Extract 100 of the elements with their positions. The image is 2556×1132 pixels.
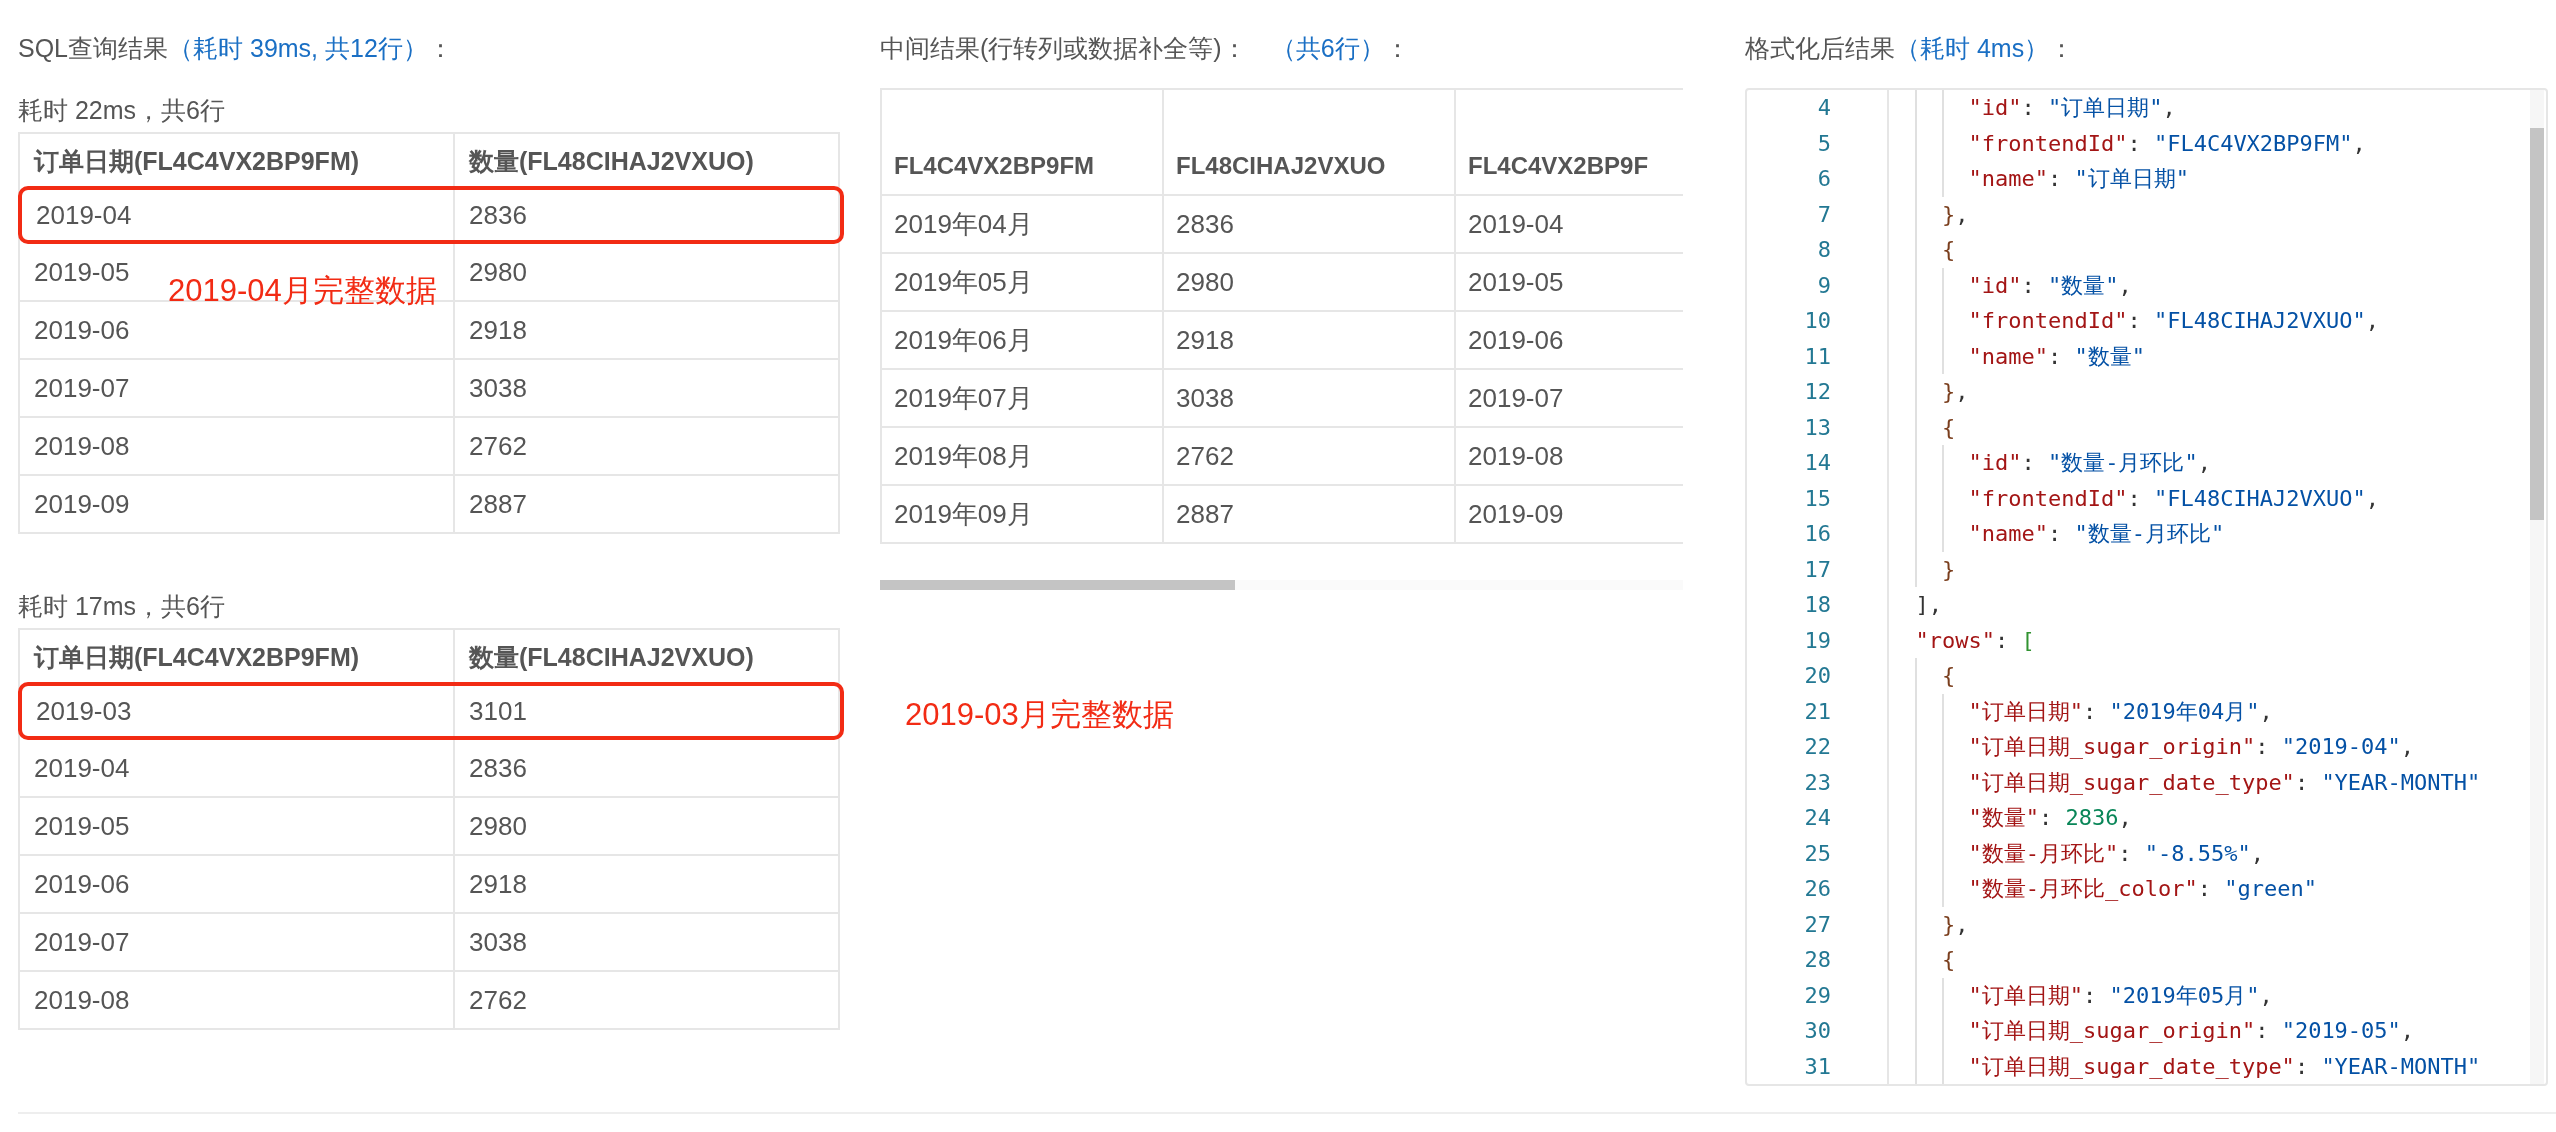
table-caption: 耗时 22ms，共6行	[18, 94, 226, 126]
table-cell: 2019-07	[34, 372, 130, 404]
column-header: 数量(FL48CIHAJ2VXUO)	[453, 134, 838, 188]
colon: ：	[427, 33, 453, 64]
table-cell: 2918	[1162, 312, 1454, 368]
table-cell: 2836	[1162, 196, 1454, 252]
annotation-text: 2019-03月完整数据	[905, 696, 1174, 734]
table-cell: 2762	[469, 984, 527, 1016]
code-line: {	[1941, 946, 1956, 974]
code-line: "frontendId": "FL48CIHAJ2VXUO",	[1968, 307, 2380, 335]
line-number: 4	[1816, 94, 1831, 122]
code-line: "id": "订单日期",	[1968, 94, 2176, 122]
table-cell: 2980	[469, 810, 527, 842]
vertical-scrollbar[interactable]	[2530, 90, 2544, 1084]
table-cell: 2918	[469, 314, 527, 346]
line-number: 23	[1803, 768, 1831, 797]
line-number: 8	[1816, 236, 1831, 264]
horizontal-scrollbar[interactable]	[880, 580, 1683, 590]
column-header: 订单日期(FL4C4VX2BP9FM)	[32, 641, 361, 673]
table-cell: 2019-05	[1454, 254, 1683, 310]
table-cell: 2019-04	[36, 199, 132, 231]
table-cell-text: 2019年06月	[893, 323, 1034, 357]
table-cell: 2019-09	[1454, 486, 1683, 542]
line-number: 20	[1803, 662, 1831, 690]
line-number: 13	[1803, 413, 1831, 442]
line-number: 27	[1803, 910, 1831, 939]
table-cell: 2019-06	[1454, 312, 1683, 368]
code-line: },	[1941, 910, 1969, 939]
table-cell: 2887	[469, 488, 527, 520]
table-cell: 2019-03	[36, 695, 132, 727]
code-line: }	[1941, 555, 1956, 584]
table-cell: 2019-04	[1454, 196, 1683, 252]
table-cell: 3101	[469, 695, 527, 727]
code-line: "订单日期_sugar_origin": "2019-04",	[1968, 733, 2415, 761]
section-title: 格式化后结果	[1745, 33, 1895, 64]
table-cell: 2019-09	[34, 488, 130, 520]
line-number: 19	[1803, 626, 1831, 655]
table-cell: 2019-08	[34, 984, 130, 1016]
query-stats: （耗时 39ms, 共12行）	[168, 33, 428, 64]
code-line: "订单日期_sugar_origin": "2019-05",	[1968, 1017, 2415, 1045]
table-cell: 2762	[1162, 428, 1454, 484]
code-line: "订单日期_sugar_date_type": "YEAR-MONTH"	[1968, 768, 2481, 797]
annotation-text: 2019-04月完整数据	[168, 272, 437, 310]
table-cell: 2980	[1162, 254, 1454, 310]
line-number: 5	[1816, 129, 1831, 158]
column-header: FL4C4VX2BP9F	[1454, 90, 1683, 194]
table-cell: 2836	[469, 199, 527, 231]
table-cell: 2980	[469, 256, 527, 288]
code-line: "name": "订单日期"	[1968, 165, 2189, 193]
format-time: （耗时 4ms）	[1895, 33, 2050, 64]
table-cell-text: 2019年05月	[893, 265, 1034, 299]
code-line: "订单日期_sugar_date_type": "YEAR-MONTH"	[1968, 1052, 2481, 1081]
table-cell: 3038	[1162, 370, 1454, 426]
code-line: {	[1941, 662, 1956, 690]
line-number: 6	[1816, 165, 1831, 193]
line-number: 24	[1803, 804, 1831, 832]
code-line: {	[1941, 236, 1956, 264]
line-number: 16	[1803, 520, 1831, 548]
code-line: {	[1941, 413, 1956, 442]
table-cell: 2762	[469, 430, 527, 462]
column-header: FL48CIHAJ2VXUO	[1162, 90, 1454, 194]
line-number: 7	[1816, 200, 1831, 229]
line-number: 14	[1803, 449, 1831, 477]
table-cell: 2019-06	[34, 314, 130, 346]
line-number: 26	[1803, 875, 1831, 903]
code-line: "frontendId": "FL48CIHAJ2VXUO",	[1968, 484, 2380, 513]
line-number: 29	[1803, 981, 1831, 1010]
column-header: 订单日期(FL4C4VX2BP9FM)	[32, 145, 361, 177]
code-line: ],	[1915, 591, 1942, 619]
code-line: "订单日期": "2019年04月",	[1968, 697, 2273, 726]
code-line: "数量-月环比_color": "green"	[1968, 875, 2317, 903]
table-cell: 2019-08	[34, 430, 130, 462]
column-header: FL4C4VX2BP9FM	[893, 151, 1096, 181]
code-line: "数量-月环比": "-8.55%",	[1968, 839, 2264, 868]
code-line: "name": "数量-月环比"	[1968, 520, 2225, 548]
line-number: 15	[1803, 484, 1831, 513]
table-cell: 2019-05	[34, 810, 130, 842]
line-number: 18	[1803, 591, 1831, 619]
line-number: 10	[1803, 307, 1831, 335]
line-number: 12	[1803, 378, 1831, 406]
section-title: 中间结果(行转列或数据补全等)：	[880, 33, 1247, 64]
table-cell: 2918	[469, 868, 527, 900]
table-cell: 2887	[1162, 486, 1454, 542]
code-line: "id": "数量-月环比",	[1968, 449, 2211, 477]
code-line: "数量": 2836,	[1968, 804, 2132, 832]
table-cell: 2019-05	[34, 256, 130, 288]
code-line: "rows": [	[1915, 626, 2035, 655]
row-count: （共6行）	[1270, 33, 1385, 64]
line-number: 30	[1803, 1017, 1831, 1045]
code-line: "id": "数量",	[1968, 271, 2132, 300]
line-number: 25	[1803, 839, 1831, 868]
code-line: "name": "数量"	[1968, 342, 2145, 371]
colon: ：	[2049, 33, 2075, 64]
line-number: 11	[1803, 342, 1831, 371]
table-cell-text: 2019年09月	[893, 497, 1034, 531]
line-number: 9	[1816, 271, 1831, 300]
code-editor[interactable]	[1745, 88, 2548, 1086]
table-cell: 2019-06	[34, 868, 130, 900]
colon: ：	[1384, 33, 1410, 64]
line-number: 21	[1803, 697, 1831, 726]
